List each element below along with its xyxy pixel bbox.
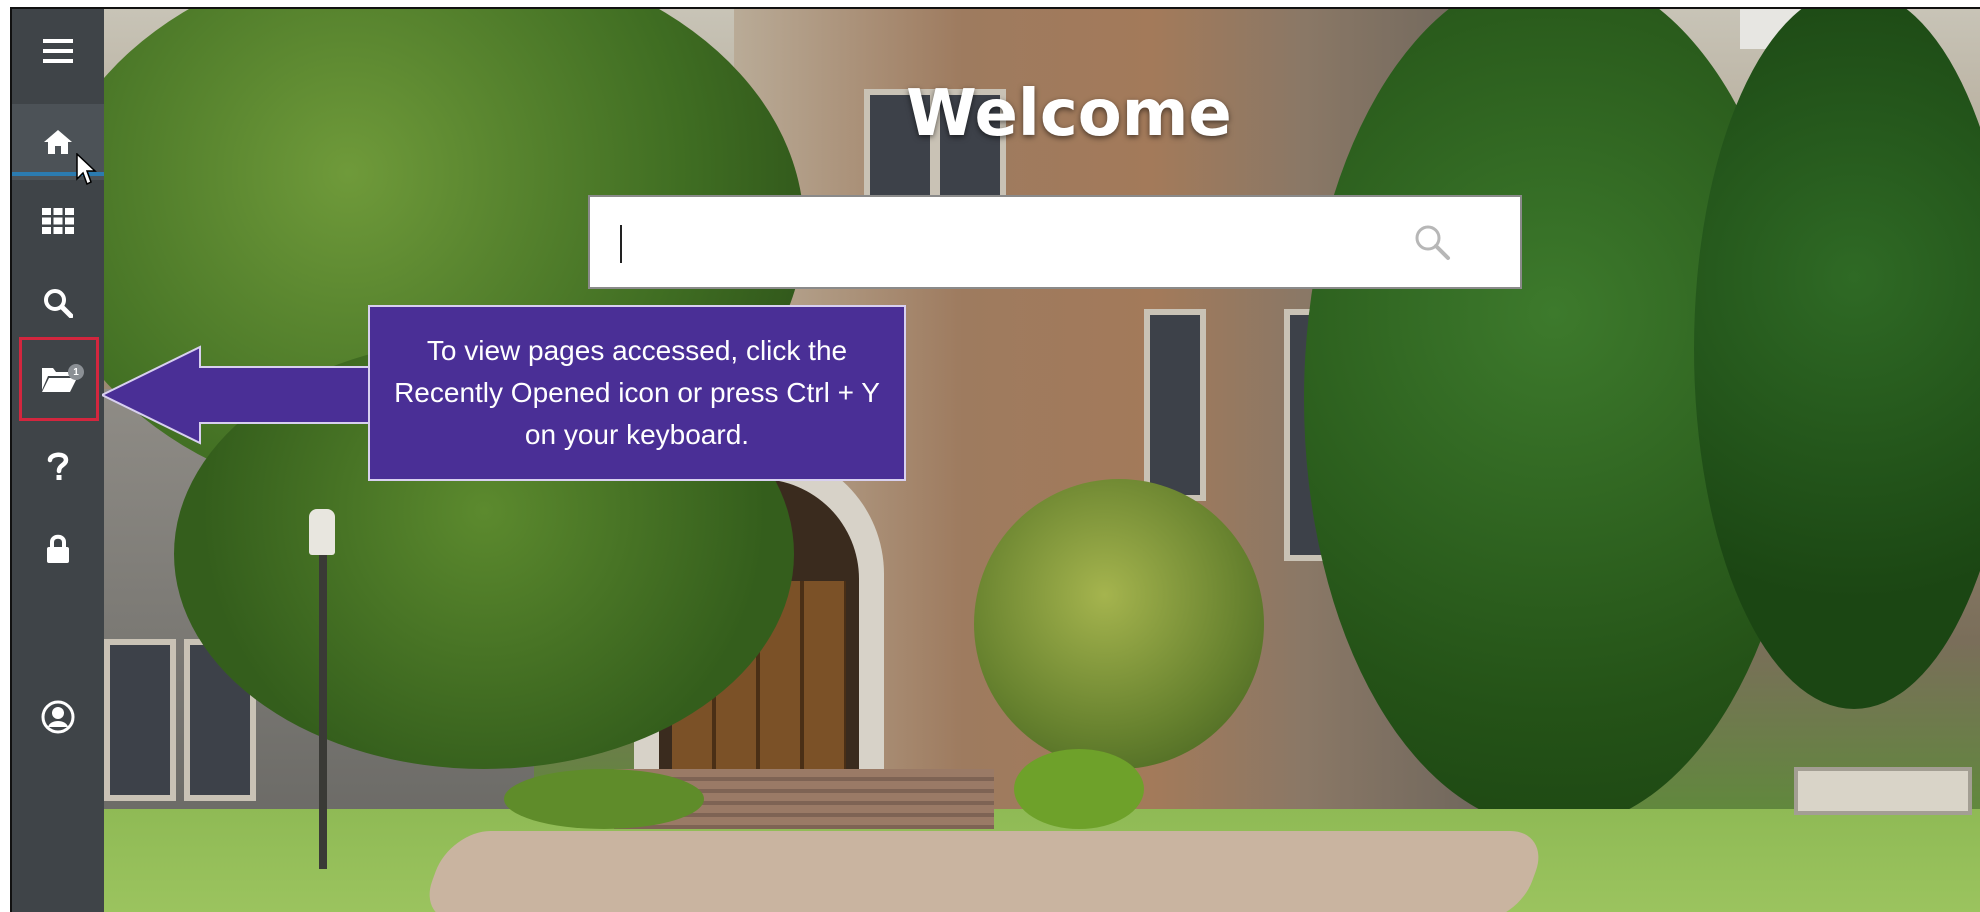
sidebar-item-apps[interactable] <box>12 189 104 253</box>
search-submit-button[interactable] <box>1402 212 1462 272</box>
sidebar-item-help[interactable] <box>12 434 104 498</box>
sidebar-item-recently-opened[interactable]: 1 <box>19 337 99 421</box>
sidebar-item-lock[interactable] <box>12 517 104 581</box>
mouse-cursor-icon <box>76 153 97 186</box>
search-icon <box>44 289 73 318</box>
home-icon <box>44 130 72 154</box>
callout-text: To view pages accessed, click the Recent… <box>394 335 880 450</box>
page-title: Welcome <box>906 77 1232 151</box>
sidebar-item-menu[interactable] <box>12 19 104 83</box>
recently-opened-badge: 1 <box>68 364 84 380</box>
search-input[interactable] <box>618 211 1402 273</box>
lock-icon <box>47 534 69 563</box>
sidebar-item-search[interactable] <box>12 271 104 335</box>
grid-icon <box>42 208 74 234</box>
hamburger-menu-icon <box>43 39 73 63</box>
sidebar-item-user[interactable] <box>12 685 104 749</box>
search-icon <box>1415 225 1450 260</box>
global-search-box[interactable] <box>588 195 1522 289</box>
user-circle-icon <box>41 700 75 734</box>
tutorial-callout: To view pages accessed, click the Recent… <box>368 305 906 481</box>
app-frame: 1 Welcome To view pages accessed, click … <box>10 7 1980 912</box>
sidebar-nav: 1 <box>12 9 104 912</box>
callout-arrow-shape <box>102 345 372 445</box>
question-mark-icon <box>47 452 69 480</box>
text-caret <box>620 225 622 263</box>
